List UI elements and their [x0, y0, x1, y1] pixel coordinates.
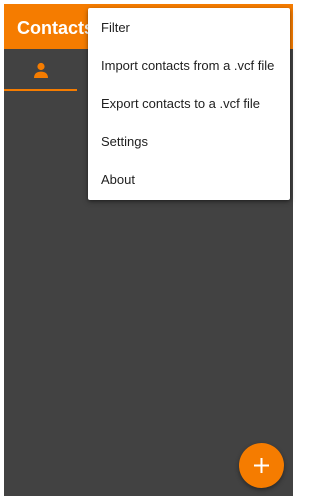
- app-title: Contacts: [17, 18, 95, 38]
- menu-item-export-vcf[interactable]: Export contacts to a .vcf file: [88, 85, 290, 123]
- menu-item-about[interactable]: About: [88, 161, 290, 199]
- menu-item-settings[interactable]: Settings: [88, 123, 290, 161]
- menu-item-filter[interactable]: Filter: [88, 9, 290, 47]
- menu-item-label: Filter: [101, 20, 130, 35]
- person-icon: [34, 62, 48, 78]
- overflow-menu: Filter Import contacts from a .vcf file …: [88, 8, 290, 200]
- tab-contacts[interactable]: [4, 49, 77, 91]
- plus-icon: [254, 458, 269, 473]
- add-contact-button[interactable]: [239, 443, 284, 488]
- menu-item-import-vcf[interactable]: Import contacts from a .vcf file: [88, 47, 290, 85]
- menu-item-label: About: [101, 172, 135, 187]
- menu-item-label: Import contacts from a .vcf file: [101, 58, 275, 73]
- tab-selected-indicator: [4, 89, 77, 91]
- menu-item-label: Export contacts to a .vcf file: [101, 96, 260, 111]
- menu-item-label: Settings: [101, 134, 148, 149]
